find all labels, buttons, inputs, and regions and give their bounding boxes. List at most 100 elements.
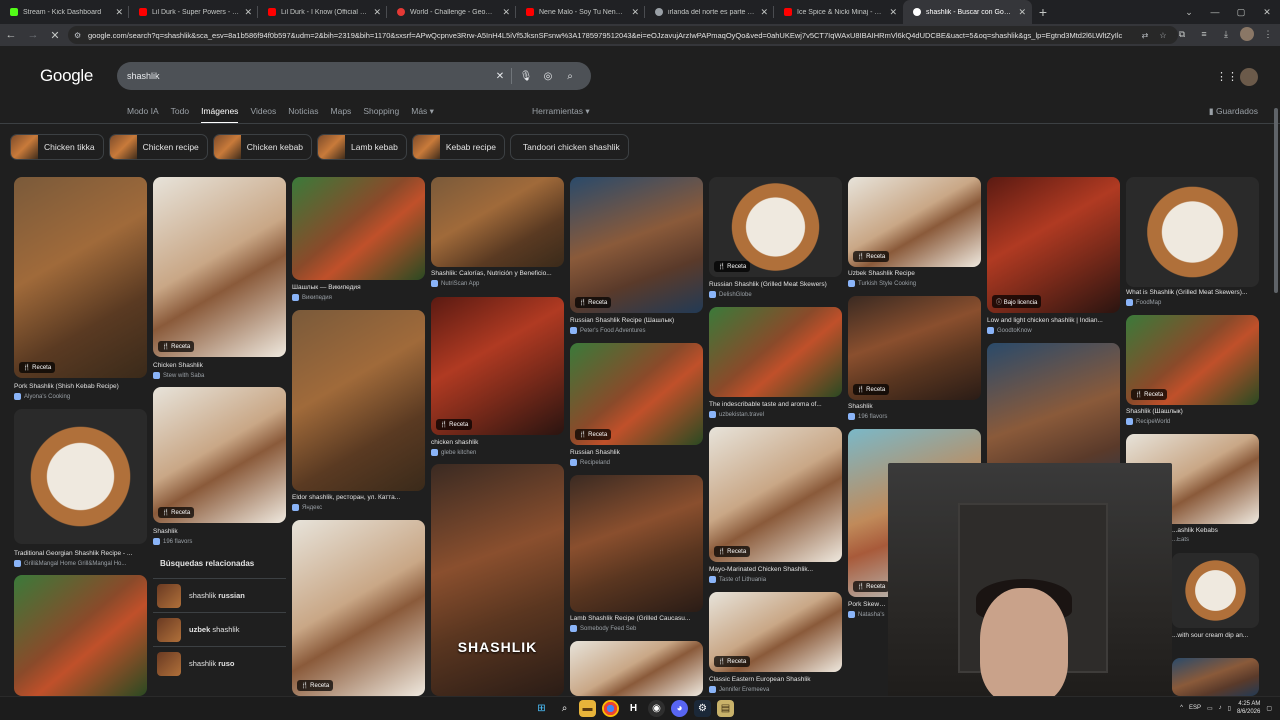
image-title[interactable]: chicken shashlik [431, 439, 564, 446]
image-result[interactable]: SHASHLIK [431, 464, 564, 696]
image-result[interactable]: 🍴 Receta [709, 592, 842, 672]
image-title[interactable]: Russian Shashlik (Grilled Meat Skewers) [709, 281, 842, 288]
chip[interactable]: Kebab recipe [411, 134, 505, 160]
search-icon[interactable]: ⌕ [559, 71, 581, 82]
search-icon[interactable]: ⌕ [556, 700, 573, 717]
chip[interactable]: Chicken tikka [10, 134, 104, 160]
chevron-up-icon[interactable]: ^ [1180, 705, 1183, 711]
browser-tab[interactable]: irlanda del norte es parte de la ✕ [645, 0, 774, 24]
tab-ai-mode[interactable]: Modo IA [127, 106, 159, 124]
close-icon[interactable]: ✕ [631, 7, 639, 18]
image-source[interactable]: NutriScan App [431, 280, 564, 287]
image-source[interactable]: DelishGlobe [709, 291, 842, 298]
scrollbar[interactable] [1274, 108, 1278, 293]
image-result[interactable]: 🍴 Receta [570, 343, 703, 445]
stop-icon[interactable]: ✕ [44, 29, 66, 42]
image-title[interactable]: Low and light chicken shashlik | Indian.… [987, 317, 1120, 324]
image-source[interactable]: Natasha's [848, 611, 888, 618]
browser-tab[interactable]: Lil Durk - I Know (Official Video ✕ [258, 0, 387, 24]
image-source[interactable]: 196 flavors [848, 413, 981, 420]
chrome-icon[interactable] [602, 700, 619, 717]
image-result[interactable] [570, 475, 703, 612]
image-title[interactable]: Mayo-Marinated Chicken Shashlik... [709, 566, 842, 573]
google-logo[interactable]: Google [40, 66, 93, 86]
image-result[interactable]: 🍴 Receta [153, 177, 286, 357]
close-icon[interactable]: ✕ [889, 7, 897, 18]
forward-icon[interactable]: → [22, 29, 44, 41]
obs-icon[interactable]: ◉ [648, 700, 665, 717]
clear-icon[interactable]: ✕ [489, 71, 511, 82]
tab-search-icon[interactable]: ⌄ [1176, 7, 1202, 18]
image-title[interactable]: Shashlik: Calorías, Nutrición y Benefici… [431, 270, 564, 277]
browser-tab[interactable]: Lil Durk - Super Powers - YouTu✕ [129, 0, 258, 24]
image-result[interactable]: 🍴 Receta [14, 177, 147, 378]
tab-all[interactable]: Todo [171, 106, 189, 124]
discord-icon[interactable]: ◕ [671, 700, 688, 717]
browser-tab[interactable]: Nene Malo - Soy Tu Nene Malo✕ [516, 0, 645, 24]
image-source[interactable]: Stew with Saba [153, 372, 286, 379]
related-item[interactable]: shashlik ruso [153, 646, 286, 680]
media-icon[interactable]: ≡ [1196, 29, 1212, 39]
image-result[interactable] [14, 575, 147, 696]
image-source[interactable]: Яндекс [292, 504, 425, 511]
address-bar[interactable]: ⚙ google.com/search?q=shashlik&sca_esv=8… [68, 26, 1178, 44]
image-source[interactable]: glebe kitchen [431, 449, 564, 456]
maximize-icon[interactable]: ▢ [1228, 7, 1254, 18]
search-box[interactable]: shashlik ✕ 🎙 ◎ ⌕ [117, 62, 591, 90]
close-window-icon[interactable]: ✕ [1254, 7, 1280, 18]
image-result[interactable]: 🍴 Receta [1126, 315, 1259, 405]
tab-shopping[interactable]: Shopping [363, 106, 399, 124]
image-source[interactable]: Alyona's Cooking [14, 393, 147, 400]
site-info-icon[interactable]: ⚙ [74, 31, 88, 40]
image-source[interactable]: Peter's Food Adventures [570, 327, 703, 334]
image-title[interactable]: Traditional Georgian Shashlik Recipe - .… [14, 550, 147, 557]
saved-button[interactable]: ▮ Guardados [1209, 106, 1258, 117]
close-icon[interactable]: ✕ [115, 7, 123, 18]
image-result[interactable] [1126, 177, 1259, 287]
image-result[interactable] [1172, 658, 1259, 696]
image-title[interactable]: Russian Shashlik Recipe (Шашлык) [570, 317, 703, 324]
image-result[interactable]: 🍴 Receta [153, 387, 286, 523]
browser-tab-active[interactable]: shashlik - Buscar con Google ✕ [903, 0, 1032, 24]
image-title[interactable]: ...ashlik Kebabs [1172, 527, 1259, 534]
image-source[interactable]: Recipeland [570, 459, 703, 466]
tab-videos[interactable]: Videos [250, 106, 276, 124]
image-title[interactable]: Shashlik (Шашлык) [1126, 408, 1259, 415]
image-result[interactable]: 🍴 Receta [848, 177, 981, 267]
image-source[interactable]: Taste of Lithuania [709, 576, 842, 583]
image-result[interactable]: 🍴 Receta [292, 520, 425, 696]
bookmark-star-icon[interactable]: ☆ [1154, 31, 1172, 40]
image-result[interactable] [14, 409, 147, 544]
image-source[interactable]: Turkish Style Cooking [848, 280, 981, 287]
image-title[interactable]: What is Shashlik (Grilled Meat Skewers).… [1126, 289, 1259, 296]
tab-news[interactable]: Noticias [288, 106, 318, 124]
microphone-icon[interactable]: 🎙 [515, 71, 537, 82]
image-title[interactable]: Russian Shashlik [570, 449, 703, 456]
close-icon[interactable]: ✕ [373, 7, 381, 18]
image-result[interactable]: 🍴 Receta [848, 296, 981, 400]
image-result[interactable]: ⓘ Bajo licencia [987, 177, 1120, 313]
related-item[interactable]: shashlik russian [153, 578, 286, 612]
chip[interactable]: Tandoori chicken shashlik [509, 134, 629, 160]
image-title[interactable]: Classic Eastern European Shashlik [709, 676, 842, 683]
image-result[interactable]: 🍴 Receta [570, 177, 703, 313]
steam-icon[interactable]: ⚙ [694, 700, 711, 717]
tab-maps[interactable]: Maps [331, 106, 352, 124]
network-icon[interactable]: ▭ [1207, 705, 1213, 712]
image-source[interactable]: Википедия [292, 294, 425, 301]
image-result[interactable] [292, 177, 425, 280]
image-source[interactable]: Jennifer Eremeeva [709, 686, 842, 693]
chip[interactable]: Chicken kebab [212, 134, 313, 160]
image-source[interactable]: ...Eats [1172, 537, 1259, 543]
image-result[interactable]: 🍴 Receta [431, 297, 564, 435]
close-icon[interactable]: ✕ [760, 7, 768, 18]
image-result[interactable] [709, 307, 842, 397]
image-source[interactable]: 196 flavors [153, 538, 286, 545]
image-title[interactable]: Chicken Shashlik [153, 362, 286, 369]
browser-tab[interactable]: Ice Spice & Nicki Minaj - Princ ✕ [774, 0, 903, 24]
image-title[interactable]: Uzbek Shashlik Recipe [848, 270, 981, 277]
image-result[interactable] [292, 310, 425, 491]
image-source[interactable]: RecipeWorld [1126, 418, 1259, 425]
volume-icon[interactable]: ♪ [1219, 705, 1222, 711]
image-title[interactable]: Шашлык — Википедия [292, 284, 425, 291]
